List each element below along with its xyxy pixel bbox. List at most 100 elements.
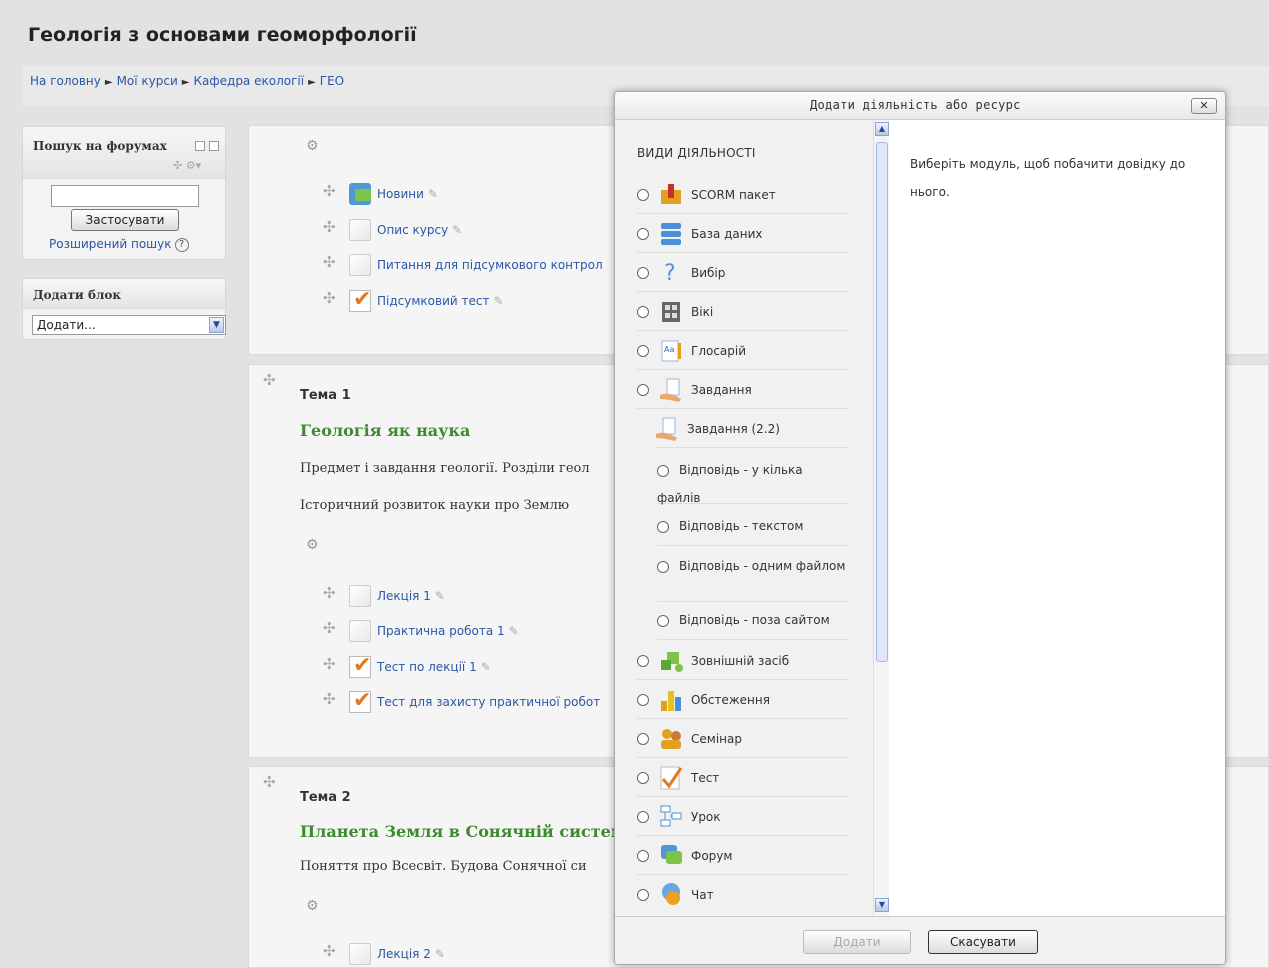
- edit-icon[interactable]: ✎: [435, 589, 445, 603]
- move-icon[interactable]: ✣: [323, 621, 336, 636]
- option-database[interactable]: База даних: [637, 215, 849, 253]
- chevron-down-icon[interactable]: ▼: [875, 898, 889, 912]
- option-chat[interactable]: Чат: [637, 876, 849, 914]
- forum-search-input[interactable]: [51, 185, 199, 207]
- breadcrumb-home[interactable]: На головну: [30, 74, 101, 88]
- activity-label[interactable]: Тест по лекції 1: [377, 660, 477, 674]
- option-label[interactable]: Вікі: [691, 305, 713, 319]
- move-icon[interactable]: ✣: [323, 255, 336, 270]
- option-label[interactable]: Семінар: [691, 732, 742, 746]
- option-label[interactable]: Вибір: [691, 266, 725, 280]
- radio-button[interactable]: [637, 849, 649, 862]
- activity-lecture-1[interactable]: Лекція 1 ✎: [349, 584, 445, 608]
- help-icon[interactable]: ?: [174, 237, 189, 252]
- add-block-select[interactable]: Додати... ▼: [32, 315, 226, 335]
- option-assignment-offline[interactable]: Відповідь - поза сайтом: [657, 602, 849, 640]
- radio-button[interactable]: [637, 889, 649, 901]
- apply-button[interactable]: Застосувати: [71, 209, 179, 231]
- radio-button[interactable]: [657, 614, 669, 627]
- option-assignment-text[interactable]: Відповідь - текстом: [657, 508, 849, 546]
- move-icon[interactable]: ✣: [323, 184, 336, 199]
- edit-icon[interactable]: ✎: [428, 187, 438, 201]
- move-icon[interactable]: ✣: [263, 373, 276, 388]
- options-scrollbar[interactable]: ▲ ▼: [873, 120, 889, 916]
- collapse-icon[interactable]: [195, 141, 205, 151]
- option-scorm[interactable]: SCORM пакет: [637, 176, 849, 214]
- radio-button[interactable]: [637, 266, 649, 279]
- activity-label[interactable]: Підсумковий тест: [377, 294, 489, 308]
- edit-icon[interactable]: ✎: [435, 947, 445, 961]
- move-icon[interactable]: ✣: [323, 944, 336, 959]
- activity-lecture-2[interactable]: Лекція 2 ✎: [349, 942, 445, 966]
- scrollbar-thumb[interactable]: [876, 142, 888, 662]
- option-lesson[interactable]: Урок: [637, 798, 849, 836]
- activity-label[interactable]: Практична робота 1: [377, 624, 505, 638]
- option-external-tool[interactable]: Зовнішній засіб: [637, 642, 849, 680]
- advanced-search-link[interactable]: Розширений пошук?: [49, 237, 189, 252]
- chevron-down-icon[interactable]: ▼: [209, 317, 224, 333]
- activity-final-questions[interactable]: Питання для підсумкового контрол: [349, 253, 603, 277]
- edit-icon[interactable]: ✎: [493, 294, 503, 308]
- option-choice[interactable]: ? Вибір: [637, 254, 849, 292]
- radio-button[interactable]: [657, 464, 669, 477]
- option-label[interactable]: Чат: [691, 888, 714, 902]
- radio-button[interactable]: [637, 732, 649, 745]
- add-button[interactable]: Додати: [803, 930, 911, 954]
- activity-label[interactable]: Тест для захисту практичної робот: [377, 695, 600, 709]
- option-label[interactable]: Завдання: [691, 383, 752, 397]
- activity-final-test[interactable]: Підсумковий тест ✎: [349, 287, 504, 313]
- option-label[interactable]: Глосарій: [691, 344, 746, 358]
- move-icon[interactable]: ✣: [323, 220, 336, 235]
- move-icon[interactable]: ✣: [263, 775, 276, 790]
- activity-label[interactable]: Опис курсу: [377, 223, 448, 237]
- move-icon[interactable]: ✣: [323, 657, 336, 672]
- option-label[interactable]: Відповідь - у кілька файлів: [657, 463, 803, 505]
- option-survey[interactable]: Обстеження: [637, 681, 849, 719]
- activity-news[interactable]: Новини ✎: [349, 182, 438, 206]
- edit-icon[interactable]: ✎: [481, 660, 491, 674]
- option-label[interactable]: Зовнішній засіб: [691, 654, 789, 668]
- edit-icon[interactable]: ✎: [452, 223, 462, 237]
- gear-icon[interactable]: ⚙: [306, 139, 320, 153]
- move-icon[interactable]: ✣: [323, 291, 336, 306]
- radio-button[interactable]: [637, 227, 649, 240]
- option-label[interactable]: Тест: [691, 771, 719, 785]
- option-label[interactable]: Відповідь - поза сайтом: [679, 613, 830, 627]
- activity-label[interactable]: Новини: [377, 187, 424, 201]
- radio-button[interactable]: [637, 693, 649, 706]
- option-quiz[interactable]: Тест: [637, 759, 849, 797]
- option-assignment-single-file[interactable]: Відповідь - одним файлом: [657, 546, 849, 602]
- move-icon[interactable]: ✣: [323, 586, 336, 601]
- cancel-button[interactable]: Скасувати: [928, 930, 1038, 954]
- option-forum[interactable]: Форум: [637, 837, 849, 875]
- activity-course-description[interactable]: Опис курсу ✎: [349, 218, 462, 242]
- option-label[interactable]: Форум: [691, 849, 732, 863]
- radio-button[interactable]: [637, 188, 649, 201]
- radio-button[interactable]: [657, 560, 669, 573]
- option-assignment-multi-files[interactable]: Відповідь - у кілька файлів: [657, 450, 849, 505]
- option-glossary[interactable]: Aa Глосарій: [637, 332, 849, 370]
- option-label[interactable]: База даних: [691, 227, 763, 241]
- breadcrumb-my-courses[interactable]: Мої курси: [117, 74, 178, 88]
- activity-lecture-test-1[interactable]: Тест по лекції 1 ✎: [349, 653, 491, 679]
- option-label[interactable]: Відповідь - одним файлом: [679, 559, 845, 573]
- option-label[interactable]: Відповідь - текстом: [679, 519, 803, 533]
- chevron-up-icon[interactable]: ▲: [875, 122, 889, 136]
- activity-practical-1[interactable]: Практична робота 1 ✎: [349, 619, 519, 643]
- option-wiki[interactable]: Вікі: [637, 293, 849, 331]
- dock-icon[interactable]: [209, 141, 219, 151]
- radio-button[interactable]: [637, 344, 649, 357]
- move-gear-icon[interactable]: ✣ ⚙▾: [173, 159, 201, 172]
- option-label[interactable]: Обстеження: [691, 693, 770, 707]
- close-button[interactable]: ✕: [1191, 98, 1217, 114]
- option-workshop[interactable]: Семінар: [637, 720, 849, 758]
- option-assignment[interactable]: Завдання: [637, 371, 849, 409]
- radio-button[interactable]: [637, 810, 649, 823]
- advanced-search-label[interactable]: Розширений пошук: [49, 237, 172, 251]
- activity-practical-defense-test[interactable]: Тест для захисту практичної робот: [349, 688, 600, 714]
- radio-button[interactable]: [637, 771, 649, 784]
- radio-button[interactable]: [637, 383, 649, 396]
- radio-button[interactable]: [657, 520, 669, 533]
- gear-icon[interactable]: ⚙: [306, 538, 320, 552]
- edit-icon[interactable]: ✎: [509, 624, 519, 638]
